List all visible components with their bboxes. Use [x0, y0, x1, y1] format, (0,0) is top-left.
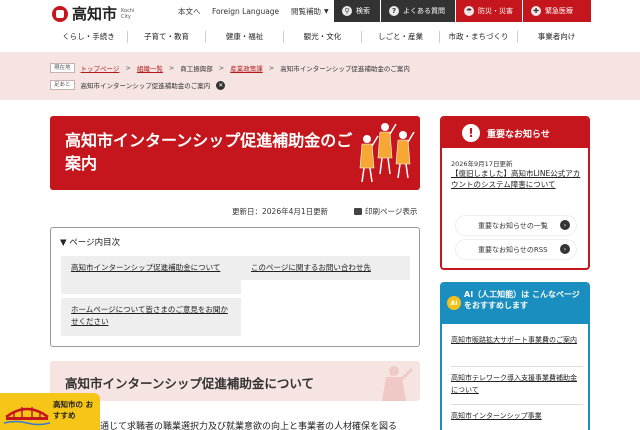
nav-item-city-admin[interactable]: 市政・まちづくり: [439, 31, 517, 43]
global-nav: くらし・手続き 子育て・教育 健康・福祉 観光・文化 しごと・産業 市政・まちづ…: [50, 26, 595, 48]
footprint-trail: 足あと 高知市インターンシップ促進補助金のご案内 ✕: [50, 80, 226, 90]
footprint-label: 足あと: [50, 80, 75, 90]
breadcrumb-band: 現在地 トップページ > 組織一覧 > 商工振興部 > 産業政策課 > 高知市イ…: [0, 52, 640, 100]
current-location-label: 現在地: [50, 63, 75, 73]
section-heading: 高知市インターンシップ促進補助金について: [65, 376, 315, 391]
notices-rss-label: 重要なお知らせのRSS: [478, 245, 548, 254]
site-logo[interactable]: 高知市 Kochi City: [52, 3, 137, 24]
breadcrumb-separator: >: [125, 64, 131, 72]
recommend-label: 高知市の おすすめ: [53, 400, 94, 420]
recommend-floating-button[interactable]: 高知市の おすすめ: [0, 393, 100, 430]
ai-link-internship[interactable]: 高知市インターンシップ事業: [451, 410, 583, 422]
breadcrumb-current: 高知市インターンシップ促進補助金のご案内: [280, 65, 410, 73]
notice-date: 2026年9月17日更新: [451, 160, 513, 168]
important-notices-panel: ! 重要なお知らせ 2026年9月17日更新 【復旧しました】高知市LINE公式…: [440, 116, 590, 270]
notice-link-line-outage[interactable]: 【復旧しました】高知市LINE公式アカウントのシステム障害について: [451, 168, 581, 190]
page-toc: ▼ ページ内目次 高知市インターンシップ促進補助金について このページに関するお…: [50, 227, 420, 347]
bridge-illustration-icon: [4, 407, 50, 426]
umbrella-icon: ☂: [464, 6, 474, 16]
notices-list-label: 重要なお知らせの一覧: [478, 221, 548, 230]
disaster-button[interactable]: ☂ 防災・災害: [456, 0, 522, 22]
section-body-text: 通じて求職者の職業選択力及び就業意欲の向上と事業者の人材確保を図る: [100, 422, 398, 430]
logo-text: 高知市: [72, 5, 118, 23]
breadcrumb: 現在地 トップページ > 組織一覧 > 商工振興部 > 産業政策課 > 高知市イ…: [50, 63, 410, 73]
section-heading-band: 高知市インターンシップ促進補助金について: [50, 361, 420, 401]
toc-link-about-subsidy[interactable]: 高知市インターンシップ促進補助金について: [61, 256, 241, 294]
last-updated: 更新日：2026年4月1日更新: [232, 207, 329, 216]
page-title: 高知市インターンシップ促進補助金のご案内: [65, 131, 353, 173]
chevron-right-icon: ›: [560, 220, 570, 230]
emergency-medical-button[interactable]: ✚ 緊急医療: [523, 0, 591, 22]
toc-link-contact[interactable]: このページに関するお問い合わせ先: [241, 256, 410, 280]
skip-to-content-link[interactable]: 本文へ: [178, 0, 201, 22]
notices-title: 重要なお知らせ: [487, 130, 550, 140]
nav-item-living[interactable]: くらし・手続き: [50, 31, 127, 43]
question-icon: ?: [389, 6, 399, 16]
ai-recommendations-panel: AI AI（人工知能）は こんなページをおすすめします 高知市販路拡大サポート事…: [440, 282, 590, 430]
toc-link-feedback[interactable]: ホームページについて皆さまのご意見をお聞かせください: [61, 298, 241, 336]
disaster-label: 防災・災害: [478, 7, 513, 15]
print-page-link[interactable]: 印刷ページ表示: [354, 206, 417, 217]
print-label: 印刷ページ表示: [365, 207, 418, 216]
nav-item-work[interactable]: しごと・産業: [361, 31, 439, 43]
search-button[interactable]: ⚲ 検索: [334, 0, 380, 22]
breadcrumb-top[interactable]: トップページ: [81, 63, 120, 73]
breadcrumb-separator: >: [218, 64, 225, 72]
city-emblem-icon: [52, 5, 68, 22]
divider: [451, 366, 583, 367]
logo-subtext: Kochi City: [121, 7, 135, 20]
nav-item-business[interactable]: 事業者向け: [517, 31, 595, 43]
faq-button[interactable]: ? よくある質問: [381, 0, 455, 22]
reading-assist-label: 閲覧補助: [291, 6, 321, 16]
ai-title: AI（人工知能）は こんなページをおすすめします: [464, 290, 580, 310]
search-label: 検索: [356, 7, 370, 15]
nav-item-health[interactable]: 健康・福祉: [205, 31, 283, 43]
ai-header: AI AI（人工知能）は こんなページをおすすめします: [442, 284, 588, 324]
breadcrumb-organizations[interactable]: 組織一覧: [137, 63, 163, 73]
close-icon[interactable]: ✕: [216, 80, 226, 90]
dancer-silhouette-illustration: [382, 366, 414, 401]
foreign-language-link[interactable]: Foreign Language: [212, 0, 279, 22]
toc-heading[interactable]: ▼ ページ内目次: [60, 236, 120, 248]
breadcrumb-division[interactable]: 産業政策課: [230, 63, 263, 73]
ai-link-sales-support[interactable]: 高知市販路拡大サポート事業費のご案内: [451, 334, 583, 346]
exclamation-icon: !: [462, 124, 480, 142]
faq-label: よくある質問: [403, 7, 445, 15]
chevron-down-icon: ▼: [324, 7, 329, 15]
breadcrumb-separator: >: [268, 64, 275, 72]
notices-rss-button[interactable]: 重要なお知らせのRSS ›: [456, 240, 576, 259]
yosakoi-dancers-illustration: [359, 123, 415, 183]
notices-list-button[interactable]: 重要なお知らせの一覧 ›: [456, 216, 576, 235]
divider: [451, 404, 583, 405]
breadcrumb-separator: >: [168, 64, 175, 72]
emergency-medical-label: 緊急医療: [545, 7, 573, 15]
nav-item-tourism[interactable]: 観光・文化: [283, 31, 361, 43]
ai-link-telework-subsidy[interactable]: 高知市テレワーク導入支援事業費補助金について: [451, 372, 583, 396]
site-header: 高知市 Kochi City 本文へ Foreign Language 閲覧補助…: [0, 0, 640, 26]
ai-badge-icon: AI: [447, 296, 461, 310]
chevron-right-icon: ›: [560, 244, 570, 254]
notices-header: ! 重要なお知らせ: [442, 118, 588, 148]
search-icon: ⚲: [342, 6, 352, 16]
hospital-icon: ✚: [531, 6, 541, 16]
printer-icon: [354, 208, 362, 215]
footprint-item[interactable]: 高知市インターンシップ促進補助金のご案内: [81, 80, 211, 90]
nav-item-childcare[interactable]: 子育て・教育: [127, 31, 205, 43]
reading-assist-menu[interactable]: 閲覧補助 ▼: [291, 0, 329, 22]
breadcrumb-department: 商工振興部: [180, 65, 213, 73]
